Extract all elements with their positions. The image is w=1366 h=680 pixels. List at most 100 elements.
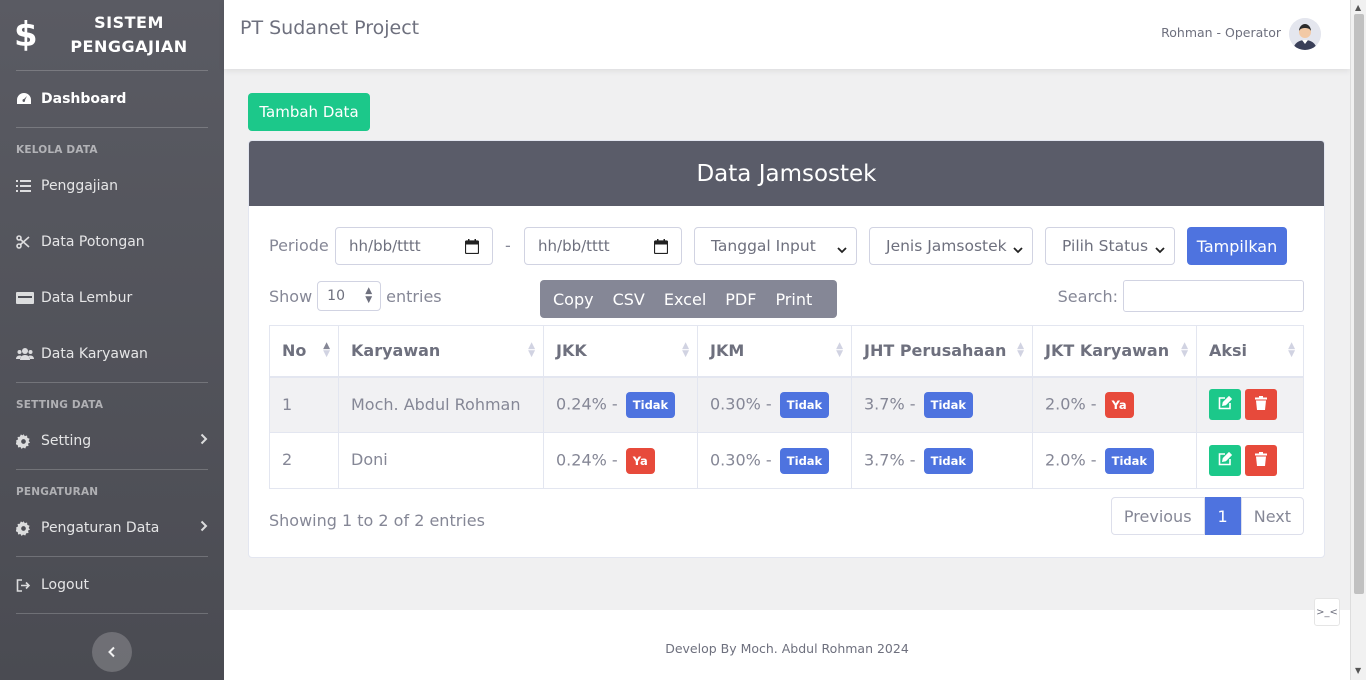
- status-badge[interactable]: Tidak: [779, 447, 830, 474]
- scroll-up-arrow-icon[interactable]: ▲: [1355, 3, 1361, 12]
- status-badge[interactable]: Tidak: [923, 447, 974, 474]
- brand-line-2: PENGGAJIAN: [70, 37, 188, 56]
- sort-icon: ▲ ▼: [682, 341, 689, 359]
- page-length-value: 10: [327, 288, 345, 304]
- column-header-no[interactable]: No ▲ ▼: [269, 325, 339, 378]
- copy-button[interactable]: Copy: [540, 290, 594, 309]
- status-badge[interactable]: Tidak: [779, 391, 830, 418]
- page-scrollbar[interactable]: ▲ ▼: [1350, 0, 1366, 680]
- previous-page-button[interactable]: Previous: [1110, 497, 1205, 535]
- jkk-value: 0.24% -: [556, 394, 618, 414]
- date-from-input[interactable]: hh/bb/tttt: [335, 227, 493, 265]
- table-header-row: No ▲ ▼ Karyawan ▲ ▼ JKK ▲ ▼ JKM ▲ ▼ JHT Perusaha…: [269, 325, 1304, 378]
- cell-jkk: 0.24% - Tidak: [543, 376, 698, 433]
- header-label: JKK: [556, 341, 587, 361]
- sidebar-item-penggajian[interactable]: Penggajian: [0, 158, 224, 214]
- status-badge[interactable]: Ya: [625, 447, 655, 474]
- status-badge[interactable]: Ya: [1104, 391, 1134, 418]
- sidebar-item-data-karyawan[interactable]: Data Karyawan: [0, 326, 224, 382]
- print-button[interactable]: Print: [762, 290, 812, 309]
- brand-line-1: SISTEM: [94, 13, 164, 32]
- cell-jkm: 0.30% - Tidak: [697, 432, 852, 489]
- card-title: Data Jamsostek: [249, 141, 1324, 206]
- sidebar-item-pengaturan-data[interactable]: Pengaturan Data: [0, 500, 224, 556]
- chevron-right-icon: [200, 520, 208, 536]
- list-icon: [16, 180, 38, 192]
- search-label: Search:: [1057, 286, 1118, 306]
- cell-jkm: 0.30% - Tidak: [697, 376, 852, 433]
- search-area: Search:: [1058, 280, 1304, 312]
- entries-label: entries: [386, 286, 442, 306]
- terminal-icon[interactable]: >_<: [1314, 598, 1340, 626]
- entries-length: Show 10 ▲ ▼ entries: [269, 281, 442, 311]
- sort-icon: ▲ ▼: [528, 341, 535, 359]
- delete-button[interactable]: [1245, 445, 1277, 476]
- sidebar-item-logout[interactable]: Logout: [0, 557, 224, 613]
- date-from-value: hh/bb/tttt: [349, 237, 421, 255]
- scroll-down-arrow-icon[interactable]: ▼: [1355, 666, 1361, 675]
- status-badge[interactable]: Tidak: [923, 391, 974, 418]
- up-down-arrows-icon: ▲ ▼: [365, 286, 373, 305]
- jenis-jamsostek-select[interactable]: Jenis Jamsostek: [869, 227, 1033, 265]
- sidebar-item-label: Dashboard: [41, 91, 127, 107]
- add-data-button[interactable]: Tambah Data: [248, 93, 370, 131]
- pdf-button[interactable]: PDF: [712, 290, 756, 309]
- show-label: Show: [269, 286, 313, 306]
- column-header-jkm[interactable]: JKM ▲ ▼: [697, 325, 852, 378]
- header-label: JHT Perusahaan: [864, 341, 1007, 361]
- next-page-button[interactable]: Next: [1240, 497, 1304, 535]
- column-header-karyawan[interactable]: Karyawan ▲ ▼: [338, 325, 544, 378]
- edit-button[interactable]: [1209, 389, 1241, 421]
- column-header-aksi[interactable]: Aksi ▲ ▼: [1196, 325, 1304, 378]
- sidebar-item-setting[interactable]: Setting: [0, 413, 224, 469]
- tampilkan-button[interactable]: Tampilkan: [1187, 227, 1287, 265]
- topbar: PT Sudanet Project Rohman - Operator: [224, 0, 1350, 69]
- search-input[interactable]: [1123, 280, 1304, 312]
- column-header-jkk[interactable]: JKK ▲ ▼: [543, 325, 698, 378]
- page-1-button[interactable]: 1: [1204, 497, 1241, 535]
- sidebar-item-data-lembur[interactable]: Data Lembur: [0, 270, 224, 326]
- status-select-value: Pilih Status: [1062, 237, 1149, 255]
- sidebar-item-dashboard[interactable]: Dashboard: [0, 71, 224, 127]
- jkt-value: 2.0% -: [1045, 394, 1097, 414]
- column-header-jht[interactable]: JHT Perusahaan ▲ ▼: [851, 325, 1033, 378]
- sidebar-item-data-potongan[interactable]: Data Potongan: [0, 214, 224, 270]
- gear-icon: [16, 433, 38, 449]
- edit-button[interactable]: [1209, 445, 1241, 476]
- cell-jkk: 0.24% - Ya: [543, 432, 698, 489]
- excel-button[interactable]: Excel: [651, 290, 706, 309]
- avatar[interactable]: [1289, 18, 1321, 50]
- sidebar-heading-pengaturan: PENGATURAN: [16, 486, 99, 498]
- status-select[interactable]: Pilih Status: [1045, 227, 1175, 265]
- sidebar-brand[interactable]: $ SISTEM PENGGAJIAN: [0, 0, 224, 70]
- tanggal-input-select[interactable]: Tanggal Input: [694, 227, 857, 265]
- jkm-value: 0.30% -: [710, 394, 772, 414]
- sidebar-item-label: Data Potongan: [41, 234, 145, 250]
- sidebar-heading-setting: SETTING DATA: [16, 399, 104, 411]
- sign-out-icon: [16, 578, 38, 592]
- scrollbar-thumb[interactable]: [1354, 14, 1364, 594]
- delete-button[interactable]: [1245, 389, 1277, 421]
- dollar-icon: $: [14, 15, 38, 55]
- table-row: 1 Moch. Abdul Rohman 0.24% - Tidak 0.30%…: [269, 376, 1304, 433]
- sidebar-toggle-button[interactable]: [92, 632, 132, 672]
- jenis-select-value: Jenis Jamsostek: [886, 237, 1007, 255]
- csv-button[interactable]: CSV: [600, 290, 645, 309]
- header-label: No: [282, 341, 307, 361]
- jkt-value: 2.0% -: [1045, 450, 1097, 469]
- calendar-icon[interactable]: [653, 239, 669, 258]
- header-label: JKT Karyawan: [1045, 341, 1170, 361]
- status-badge[interactable]: Tidak: [1104, 447, 1155, 474]
- cell-aksi: [1196, 432, 1304, 489]
- jkm-value: 0.30% -: [710, 450, 772, 469]
- status-badge[interactable]: Tidak: [625, 391, 676, 418]
- chevron-down-icon: [837, 240, 847, 258]
- page-length-select[interactable]: 10 ▲ ▼: [317, 281, 382, 311]
- chevron-down-icon: [1013, 240, 1023, 258]
- calendar-icon[interactable]: [464, 239, 480, 258]
- date-to-input[interactable]: hh/bb/tttt: [524, 227, 682, 265]
- sidebar-item-label: Data Karyawan: [41, 346, 148, 362]
- sort-icon: ▲ ▼: [323, 341, 330, 359]
- user-name[interactable]: Rohman - Operator: [1161, 25, 1281, 40]
- column-header-jkt[interactable]: JKT Karyawan ▲ ▼: [1032, 325, 1197, 378]
